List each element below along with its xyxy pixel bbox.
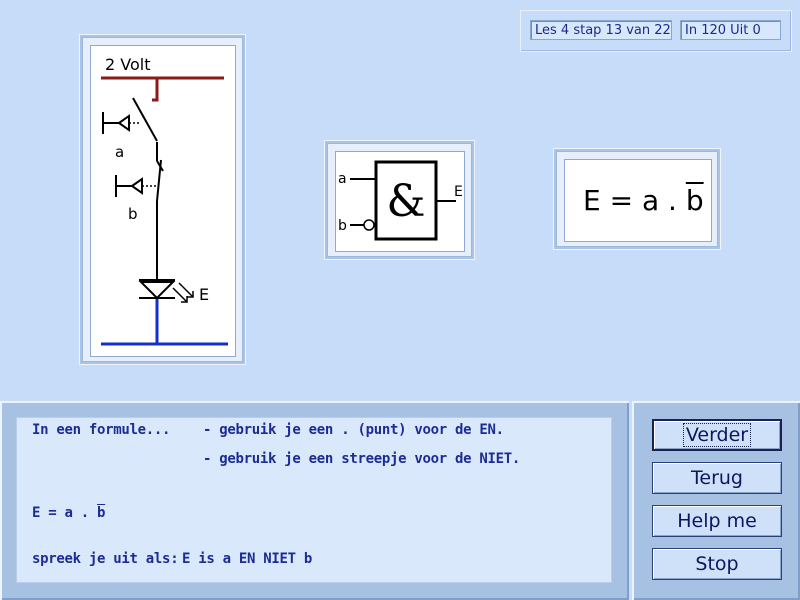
explanation-formula-lhs: E = a . [32, 505, 98, 521]
back-button[interactable]: Terug [652, 462, 782, 494]
formula-frame: E = a . b [554, 149, 720, 249]
input-b-inverter [363, 219, 375, 231]
led-ray-1 [172, 287, 188, 303]
explanation-formula-var: b [97, 505, 106, 521]
formula-lhs: E = a . [583, 184, 686, 217]
led-label: E [199, 285, 209, 304]
switch-b-label: b [128, 205, 138, 223]
explanation-rule-2: - gebruik je een streepje voor de NIET. [203, 451, 521, 467]
help-button[interactable]: Help me [652, 505, 782, 537]
switch-a-actuator-head [117, 114, 130, 132]
input-a-label: a [338, 171, 347, 187]
gate-diagram: & a b E [335, 151, 465, 252]
formula-display: E = a . b [564, 159, 712, 242]
lesson-progress: Les 4 stap 13 van 22 [530, 20, 672, 40]
circuit-diagram: 2 Volt a b E [90, 45, 236, 357]
switch-b-actuator-head [130, 177, 143, 195]
next-button-label: Verder [682, 423, 752, 447]
pronounce-label: spreek je uit als: [32, 551, 179, 567]
formula-negated-var: b [685, 184, 704, 217]
status-panel: Les 4 stap 13 van 22 In 120 Uit 0 [520, 10, 792, 52]
stop-button[interactable]: Stop [652, 548, 782, 580]
explanation-formula: E = a . b [32, 505, 105, 521]
led-triangle [138, 281, 176, 300]
button-panel: Verder Terug Help me Stop [632, 401, 800, 600]
switch-a-label: a [115, 143, 124, 161]
explanation-panel: In een formule... - gebruik je een . (pu… [0, 401, 629, 600]
formula-text: E = a . b [583, 184, 704, 217]
led-ray-2 [178, 282, 194, 298]
voltage-label: 2 Volt [105, 55, 150, 74]
next-button[interactable]: Verder [652, 419, 782, 451]
explanation-text: In een formule... - gebruik je een . (pu… [16, 417, 612, 583]
output-label: E [454, 184, 463, 200]
gate-svg: & a b E [338, 160, 463, 241]
pronounce-text: E is a EN NIET b [182, 551, 313, 567]
circuit-frame: 2 Volt a b E [80, 35, 245, 364]
explanation-intro: In een formule... [32, 422, 171, 438]
switch-a-arm [132, 97, 158, 142]
supply-tap [152, 79, 159, 102]
circuit-svg: 2 Volt a b E [101, 55, 228, 346]
in-out-counter: In 120 Uit 0 [680, 20, 781, 40]
input-b-label: b [338, 218, 347, 234]
and-gate-symbol: & [386, 176, 425, 227]
explanation-rule-1: - gebruik je een . (punt) voor de EN. [203, 422, 504, 438]
gate-frame: & a b E [325, 141, 474, 259]
